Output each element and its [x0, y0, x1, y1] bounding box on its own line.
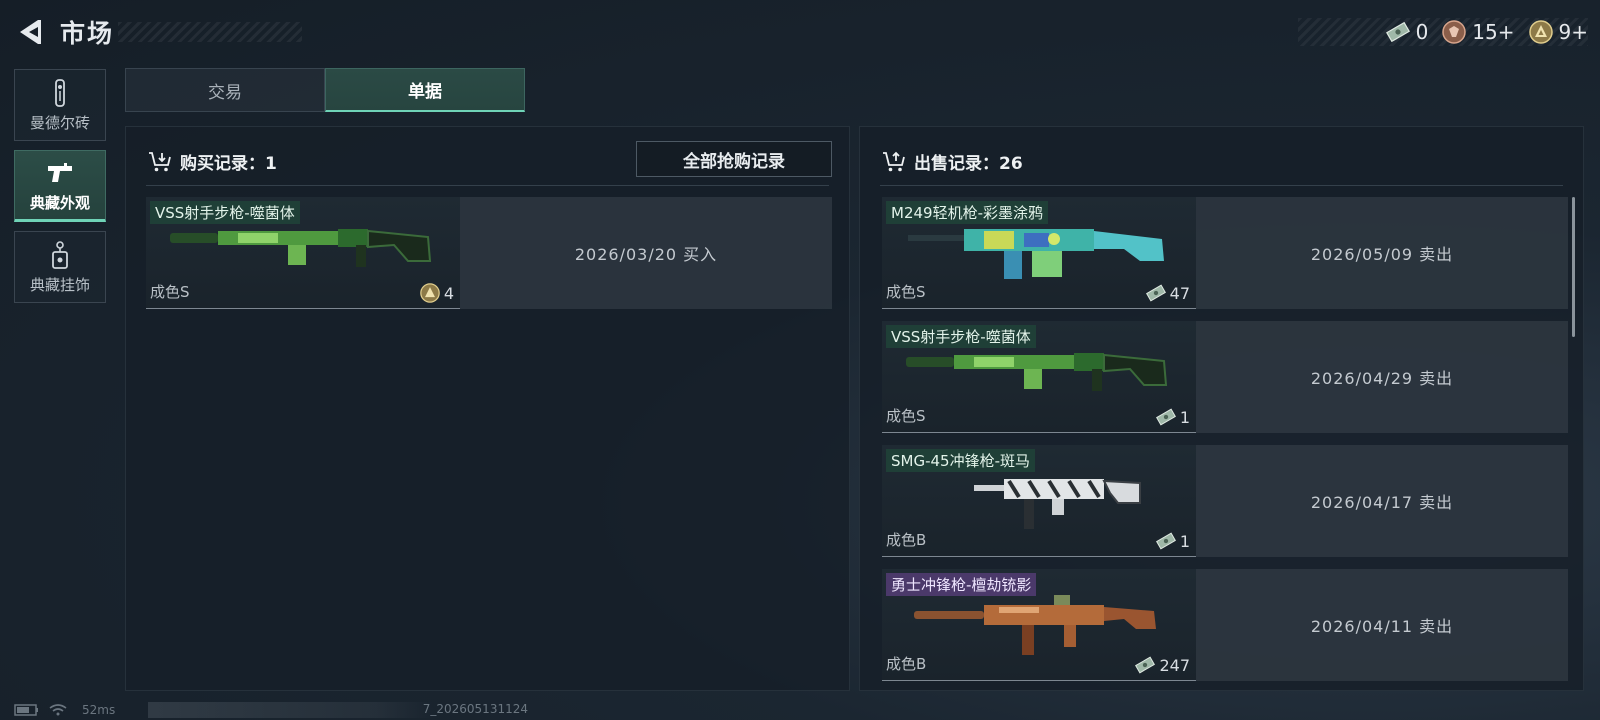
record-date: 2026/04/11 卖出: [1196, 569, 1568, 681]
build-version: 7_202605131124: [148, 702, 528, 718]
item-grade: 成色S: [886, 407, 926, 425]
latency-text: 52ms: [82, 703, 116, 717]
item-card: VSS射手步枪-噬菌体 成色S 4: [146, 197, 460, 309]
record-date: 2026/05/09 卖出: [1196, 197, 1568, 309]
back-arrow-icon[interactable]: [14, 16, 46, 48]
m249-machine-gun-image: [908, 229, 1164, 279]
item-price: 4: [420, 283, 454, 303]
currency-bar: 0 15+ 9+: [1298, 18, 1588, 46]
item-card: M249轻机枪-彩墨涂鸦 成色S 47: [882, 197, 1196, 309]
item-price: 1: [1155, 531, 1190, 551]
item-price: 47: [1145, 283, 1190, 303]
sale-record[interactable]: VSS射手步枪-噬菌体 成色S 1 2026/04/29 卖出: [882, 321, 1568, 433]
purchase-list: VSS射手步枪-噬菌体 成色S 4 2026/03/20 买入: [146, 197, 832, 321]
page-title: 市场: [60, 19, 115, 48]
purchase-record[interactable]: VSS射手步枪-噬菌体 成色S 4 2026/03/20 买入: [146, 197, 832, 309]
currency-banknote[interactable]: 0: [1385, 20, 1429, 44]
smg45-image: [974, 479, 1141, 529]
item-grade: 成色S: [886, 283, 926, 301]
sidebar: 曼德尔砖 典藏外观 典藏挂饰: [14, 69, 106, 312]
item-grade: 成色B: [886, 531, 927, 549]
item-card: VSS射手步枪-噬菌体 成色S 1: [882, 321, 1196, 433]
status-bar: 52ms: [14, 702, 115, 718]
sidebar-item-label: 典藏挂饰: [29, 275, 90, 294]
sidebar-item-mandel-brick[interactable]: 曼德尔砖: [14, 69, 106, 141]
sale-record[interactable]: M249轻机枪-彩墨涂鸦 成色S 47 2026/05/09 卖出: [882, 197, 1568, 309]
sale-record[interactable]: SMG-45冲锋枪-斑马 成色B 1 2026/04/17 卖出: [882, 445, 1568, 557]
price-value: 247: [1159, 655, 1190, 675]
sales-header: 出售记录：26: [882, 149, 1023, 174]
item-price: 1: [1155, 407, 1190, 427]
item-price: 247: [1135, 655, 1190, 675]
price-value: 1: [1179, 531, 1190, 551]
price-value: 47: [1169, 283, 1190, 303]
banknote-icon: [1155, 531, 1176, 551]
banknote-icon: [1385, 20, 1410, 44]
item-card: SMG-45冲锋枪-斑马 成色B 1: [882, 445, 1196, 557]
sales-list: M249轻机枪-彩墨涂鸦 成色S 47 2026/05/09 卖出 VSS射手步…: [882, 197, 1568, 687]
currency-value: 15+: [1472, 20, 1515, 44]
sales-panel: 出售记录：26 M249轻机枪-彩墨涂鸦 成色S 47 2026/05/09 卖…: [859, 126, 1584, 691]
banknote-icon: [1135, 655, 1156, 675]
item-grade: 成色S: [150, 283, 190, 301]
scrollbar[interactable]: [1572, 197, 1575, 337]
vss-rifle-image: [906, 353, 1168, 391]
tab-bar: 交易 单据: [125, 68, 525, 112]
banknote-icon: [1145, 283, 1166, 303]
record-date: 2026/03/20 买入: [460, 197, 832, 309]
divider: [146, 185, 829, 186]
sale-record[interactable]: 勇士冲锋枪-檀劫铳影 成色B 247 2026/04/11 卖出: [882, 569, 1568, 681]
price-value: 1: [1179, 407, 1190, 427]
purchase-panel: 购买记录：1 全部抢购记录 VSS射手步枪-噬菌体 成色S 4 2026/03/…: [125, 126, 850, 691]
battery-icon: [14, 704, 40, 716]
charm-tag-icon: [46, 240, 74, 270]
tab-trade[interactable]: 交易: [125, 68, 325, 112]
gold-coin-icon: [1528, 20, 1553, 44]
currency-gold-coin[interactable]: 9+: [1528, 20, 1588, 44]
all-flash-purchase-button[interactable]: 全部抢购记录: [636, 141, 832, 177]
divider: [880, 185, 1563, 186]
vss-rifle-image: [170, 229, 432, 267]
warrior-smg-image: [914, 595, 1156, 655]
price-value: 4: [443, 283, 454, 303]
record-date: 2026/04/17 卖出: [1196, 445, 1568, 557]
currency-value: 9+: [1558, 20, 1588, 44]
sales-title: 出售记录：26: [914, 154, 1023, 174]
gold-coin-icon: [420, 283, 440, 303]
currency-value: 0: [1415, 20, 1429, 44]
cart-upload-icon: [882, 151, 906, 173]
purchase-title: 购买记录：1: [180, 154, 277, 174]
sidebar-item-label: 曼德尔砖: [29, 113, 90, 132]
item-card: 勇士冲锋枪-檀劫铳影 成色B 247: [882, 569, 1196, 681]
sidebar-item-collection-charms[interactable]: 典藏挂饰: [14, 231, 106, 303]
bronze-token-icon: [1442, 20, 1467, 44]
banknote-icon: [1155, 407, 1176, 427]
title-decoration: [118, 22, 302, 42]
sidebar-item-collection-skins[interactable]: 典藏外观: [14, 150, 106, 222]
purchase-header: 购买记录：1: [148, 149, 277, 174]
item-grade: 成色B: [886, 655, 927, 673]
tab-records[interactable]: 单据: [325, 68, 525, 112]
wifi-icon: [48, 704, 74, 716]
cart-download-icon: [148, 151, 172, 173]
record-date: 2026/04/29 卖出: [1196, 321, 1568, 433]
pistol-icon: [46, 158, 74, 188]
sidebar-item-label: 典藏外观: [29, 193, 90, 212]
top-bar: 市场 0 15+ 9+: [0, 0, 1600, 64]
currency-bronze-token[interactable]: 15+: [1442, 20, 1515, 44]
mandel-brick-icon: [46, 78, 74, 108]
